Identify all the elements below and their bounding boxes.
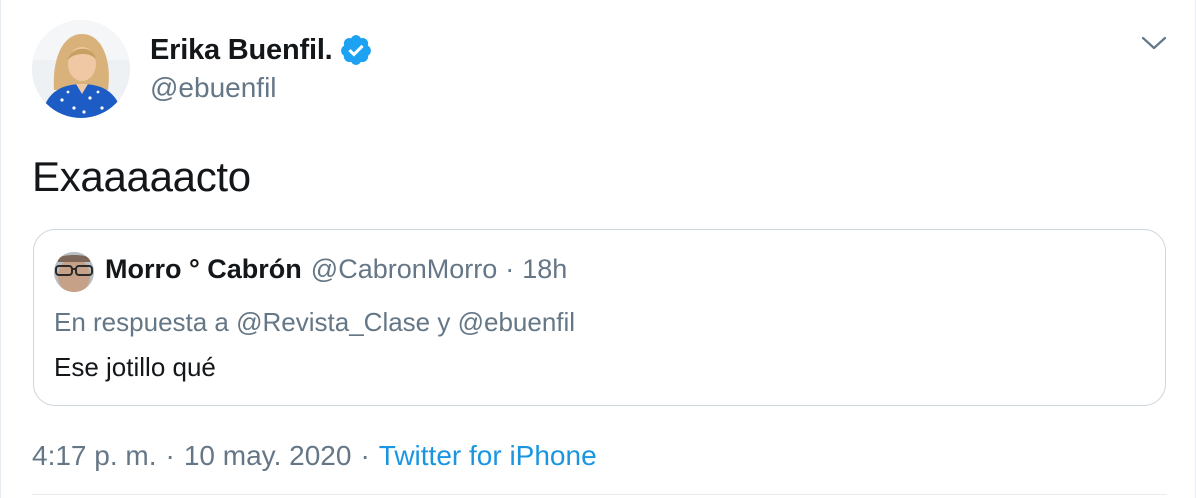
tweet-card: Erika Buenfil. @ebuenfil Exaaaaacto Morr… [0, 0, 1196, 498]
quoted-reply-context: En respuesta a @Revista_Clase y @ebuenfi… [54, 307, 576, 337]
quoted-author-handle[interactable]: @CabronMorro [311, 254, 497, 285]
quoted-timestamp[interactable]: 18h [522, 254, 567, 285]
quoted-tweet-card[interactable]: Morro ° Cabrón @CabronMorro · 18h En res… [33, 229, 1166, 406]
quoted-tweet-header: Morro ° Cabrón @CabronMorro · 18h [105, 254, 567, 285]
meta-separator-2: · [360, 440, 370, 471]
quoted-author-avatar-image [54, 252, 94, 292]
tweet-time[interactable]: 4:17 p. m. [32, 440, 157, 472]
author-name[interactable]: Erika Buenfil. [150, 34, 333, 67]
quoted-separator: · [505, 254, 515, 284]
author-avatar-image [32, 20, 130, 118]
tweet-date[interactable]: 10 may. 2020 [184, 440, 352, 472]
quoted-author-name[interactable]: Morro ° Cabrón [105, 254, 302, 285]
left-divider [0, 0, 1, 498]
tweet-meta: 4:17 p. m. · 10 may. 2020 · Twitter for … [32, 440, 597, 472]
meta-separator: · [165, 440, 175, 471]
author-name-row: Erika Buenfil. [150, 32, 373, 68]
quoted-author-avatar[interactable] [54, 252, 94, 292]
verified-badge-icon [339, 33, 373, 67]
author-handle[interactable]: @ebuenfil [150, 72, 277, 104]
chevron-down-icon[interactable] [1140, 32, 1168, 54]
quoted-tweet-text: Ese jotillo qué [54, 352, 216, 382]
bottom-divider [32, 494, 1167, 495]
author-avatar[interactable] [32, 20, 130, 118]
tweet-text: Exaaaaacto [32, 153, 251, 200]
tweet-source-link[interactable]: Twitter for iPhone [379, 440, 597, 472]
